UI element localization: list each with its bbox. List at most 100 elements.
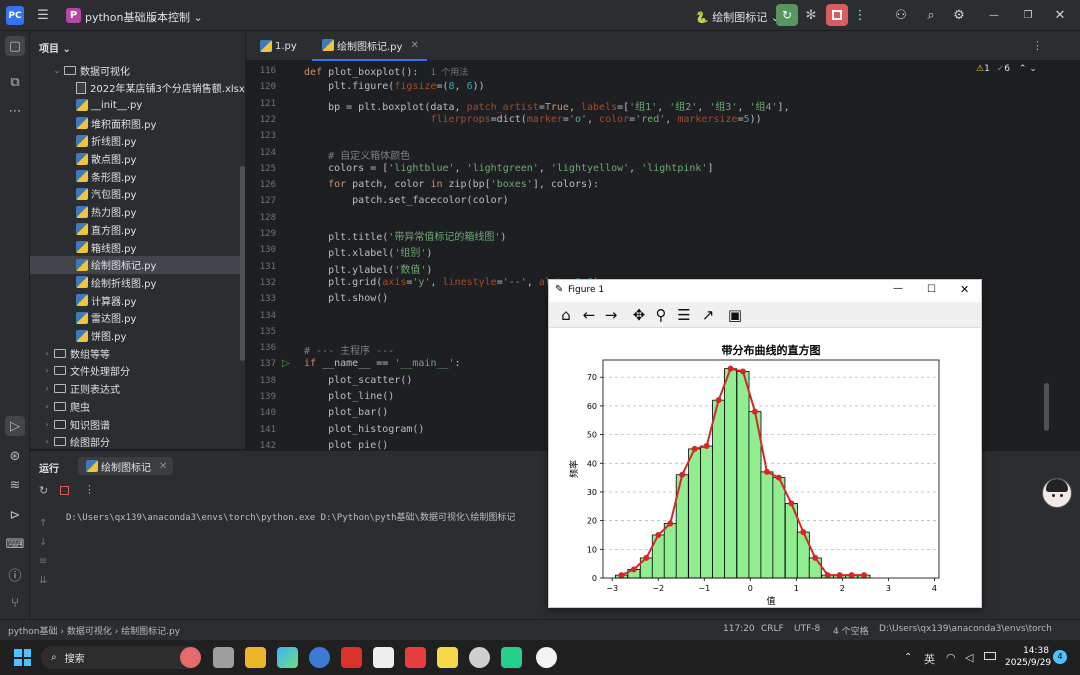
forward-icon[interactable]: → xyxy=(602,306,620,324)
run-config-selector[interactable]: 🐍 绘制图标记 ⌄ xyxy=(695,9,780,25)
more-tools-icon[interactable]: ⋯ xyxy=(5,101,25,121)
tree-file[interactable]: 条形图.py xyxy=(30,167,245,185)
tree-file[interactable]: 2022年某店铺3个分店销售额.xlsx xyxy=(30,79,245,97)
code-line[interactable]: plot_histogram() xyxy=(304,424,424,435)
rerun-button[interactable]: ↻ xyxy=(776,4,798,26)
start-icon[interactable] xyxy=(14,649,31,666)
browser-icon[interactable] xyxy=(309,647,330,668)
run-tool-icon[interactable]: ▷ xyxy=(5,416,25,436)
tree-file[interactable]: 绘制图标记.py xyxy=(30,255,245,274)
file-encoding[interactable]: UTF-8 xyxy=(794,624,820,634)
tree-folder[interactable]: › 文件处理部分 xyxy=(30,362,245,380)
configure-icon[interactable]: ☰ xyxy=(675,306,693,324)
tray-expand-icon[interactable]: ⌃ xyxy=(904,652,912,663)
main-menu-icon[interactable]: ☰ xyxy=(34,6,52,25)
close-icon[interactable]: ✕ xyxy=(1052,6,1068,25)
figure-minimize-icon[interactable]: — xyxy=(893,283,903,294)
code-line[interactable]: # --- 主程序 --- xyxy=(304,342,394,357)
code-line[interactable]: if __name__ == '__main__': xyxy=(304,358,461,369)
tree-scrollbar[interactable] xyxy=(240,166,245,361)
vcs-menu[interactable]: 版本控制 ⌄ xyxy=(146,9,203,25)
project-panel-title[interactable]: 项目 ⌄ xyxy=(39,40,71,55)
figure-maximize-icon[interactable]: ☐ xyxy=(927,284,936,295)
wps-icon[interactable] xyxy=(341,647,362,668)
line-separator[interactable]: CRLF xyxy=(761,624,784,634)
code-line[interactable]: plt.ylabel('数值') xyxy=(304,261,432,276)
code-line[interactable]: plot_scatter() xyxy=(304,375,412,386)
tree-file[interactable]: __init__.py xyxy=(30,96,245,114)
stop-run-icon[interactable] xyxy=(60,486,69,495)
tree-file[interactable]: 直方图.py xyxy=(30,220,245,238)
breadcrumb[interactable]: python基础 › 数据可视化 › 绘制图标记.py xyxy=(8,624,180,637)
stop-button[interactable] xyxy=(826,4,848,26)
tree-file[interactable]: 箱线图.py xyxy=(30,238,245,256)
run-tab-close-icon[interactable]: ✕ xyxy=(159,461,167,472)
run-side-icons[interactable]: ↑ ↓ ≡ ⇊ xyxy=(39,514,47,590)
interpreter[interactable]: D:\Users\qx139\anaconda3\envs\torch xyxy=(879,624,1052,634)
python-packages-icon[interactable]: ⊛ xyxy=(5,446,25,466)
code-line[interactable]: patch.set_facecolor(color) xyxy=(304,195,509,206)
code-line[interactable]: plot_bar() xyxy=(304,407,388,418)
assistant-avatar[interactable] xyxy=(1042,478,1072,508)
tree-folder-root[interactable]: ⌄ 数据可视化 xyxy=(30,61,245,79)
editor-scrollbar[interactable] xyxy=(1044,383,1049,431)
tree-folder[interactable]: › 知识图谱 xyxy=(30,415,245,433)
ime-indicator[interactable]: 英 xyxy=(924,651,935,667)
code-line[interactable]: plot_line() xyxy=(304,391,394,402)
zoom-icon[interactable]: ⚲ xyxy=(652,306,670,324)
code-line[interactable]: bp = plt.boxplot(data, patch_artist=True… xyxy=(304,98,790,113)
figure-close-icon[interactable]: ✕ xyxy=(960,283,969,296)
tree-file[interactable]: 雷达图.py xyxy=(30,309,245,327)
tree-file[interactable]: 堆积面积图.py xyxy=(30,114,245,132)
tree-file[interactable]: 折线图.py xyxy=(30,132,245,150)
code-line[interactable]: plt.title('带异常值标记的箱线图') xyxy=(304,228,506,243)
tab-more-icon[interactable]: ⋮ xyxy=(1032,39,1043,52)
structure-icon[interactable]: ⧉ xyxy=(5,72,25,92)
code-line[interactable]: def plot_boxplot(): 1 个用法 xyxy=(304,65,468,78)
network-icon[interactable]: ◠ xyxy=(946,651,956,664)
code-line[interactable]: colors = ['lightblue', 'lightgreen', 'li… xyxy=(304,163,713,174)
settings-icon[interactable]: ⚙ xyxy=(950,6,968,25)
save-icon[interactable]: ▣ xyxy=(726,306,744,324)
python-figure-icon[interactable] xyxy=(536,647,557,668)
tree-folder[interactable]: › 爬虫 xyxy=(30,397,245,415)
more-actions-icon[interactable]: ⋮ xyxy=(853,6,867,25)
taskbar-app-icon[interactable] xyxy=(180,647,201,668)
code-line[interactable]: plt.show() xyxy=(304,293,388,304)
taskbar-app-icon[interactable] xyxy=(469,647,490,668)
pycharm-icon[interactable] xyxy=(501,647,522,668)
layers-icon[interactable]: ≋ xyxy=(5,475,25,495)
home-icon[interactable]: ⌂ xyxy=(557,306,575,324)
search-icon[interactable]: ⌕ xyxy=(922,6,940,25)
tree-file[interactable]: 计算器.py xyxy=(30,291,245,309)
services-icon[interactable]: ⊳ xyxy=(5,505,25,525)
indent-setting[interactable]: 4 个空格 xyxy=(833,624,869,637)
debug-icon[interactable]: ✻ xyxy=(802,6,820,25)
volume-icon[interactable]: ◁ xyxy=(965,651,973,664)
tree-file[interactable]: 饼图.py xyxy=(30,327,245,345)
run-more-icon[interactable]: ⋮ xyxy=(84,483,95,496)
tree-folder[interactable]: › 绘图部分 xyxy=(30,433,245,451)
tree-file[interactable]: 汽包图.py xyxy=(30,185,245,203)
terminal-icon[interactable]: ⌨ xyxy=(5,534,25,554)
minimize-icon[interactable]: — xyxy=(986,6,1002,25)
code-line[interactable]: for patch, color in zip(bp['boxes'], col… xyxy=(304,179,599,190)
pan-icon[interactable]: ✥ xyxy=(630,306,648,324)
code-line[interactable]: flierprops=dict(marker='o', color='red',… xyxy=(304,114,761,125)
gutter-run-icon[interactable]: ▷ xyxy=(282,358,290,369)
taskbar-app-icon[interactable] xyxy=(405,647,426,668)
tab-1-py[interactable]: 1.py xyxy=(250,31,305,61)
maximize-icon[interactable]: ❐ xyxy=(1020,6,1036,25)
rerun-icon[interactable]: ↻ xyxy=(39,484,48,497)
project-folder-icon[interactable]: ▢ xyxy=(5,36,25,56)
axes-edit-icon[interactable]: ↗ xyxy=(699,306,717,324)
tab-close-icon[interactable]: ✕ xyxy=(410,40,418,51)
taskbar-app-icon[interactable] xyxy=(437,647,458,668)
inspection-widget[interactable]: ⚠1 ✓6 ⌃ ⌄ xyxy=(976,64,1037,74)
run-tab[interactable]: 绘制图标记 ✕ xyxy=(78,457,174,475)
problems-icon[interactable]: ⓘ xyxy=(5,564,25,584)
taskbar-app-icon[interactable] xyxy=(213,647,234,668)
clock[interactable]: 14:38 2025/9/29 xyxy=(1005,645,1051,669)
code-line[interactable]: plt.figure(figsize=(8, 6)) xyxy=(304,81,485,92)
caret-position[interactable]: 117:20 xyxy=(723,624,755,634)
